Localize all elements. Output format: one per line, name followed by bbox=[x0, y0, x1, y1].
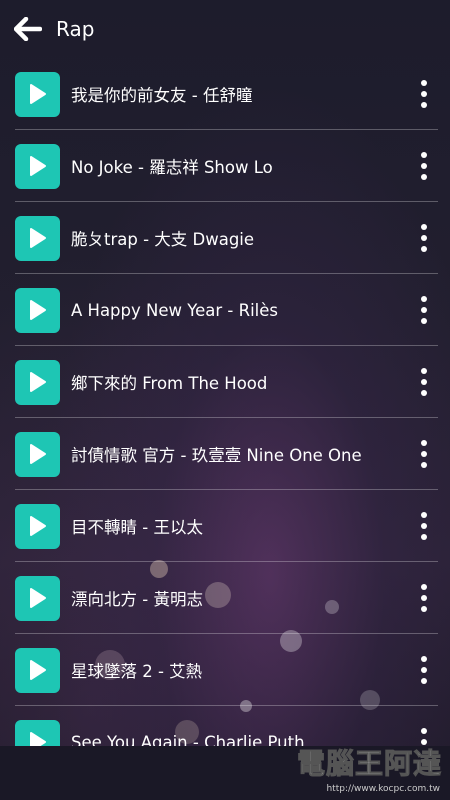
song-title: 討債情歌 官方 - 玖壹壹 Nine One One bbox=[71, 446, 362, 465]
more-vert-icon bbox=[421, 296, 427, 302]
song-title: 目不轉睛 - 王以太 bbox=[71, 518, 203, 537]
more-vert-icon bbox=[421, 656, 427, 662]
play-button[interactable] bbox=[15, 503, 60, 549]
play-icon bbox=[29, 588, 46, 608]
play-icon bbox=[29, 660, 46, 680]
app-header: Rap bbox=[0, 0, 450, 58]
watermark-url: http://www.kocpc.com.tw bbox=[326, 784, 440, 794]
song-row[interactable]: 漂向北方 - 黃明志 bbox=[0, 562, 450, 634]
watermark-logo: 電腦王阿達 bbox=[296, 742, 442, 782]
play-icon bbox=[29, 84, 46, 104]
more-options-button[interactable] bbox=[412, 434, 436, 474]
more-options-button[interactable] bbox=[412, 650, 436, 690]
more-vert-icon bbox=[421, 440, 427, 446]
play-button[interactable] bbox=[15, 359, 60, 405]
play-icon bbox=[29, 444, 46, 464]
more-vert-icon bbox=[421, 584, 427, 590]
play-button[interactable] bbox=[15, 287, 60, 333]
more-vert-icon bbox=[421, 512, 427, 518]
play-button[interactable] bbox=[15, 575, 60, 621]
play-icon bbox=[29, 300, 46, 320]
play-button[interactable] bbox=[15, 143, 60, 189]
more-vert-icon bbox=[421, 224, 427, 230]
song-title: A Happy New Year - Rilès bbox=[71, 300, 278, 320]
song-row[interactable]: 脆ㄆtrap - 大支 Dwagie bbox=[0, 202, 450, 274]
play-button[interactable] bbox=[15, 647, 60, 693]
more-options-button[interactable] bbox=[412, 290, 436, 330]
play-icon bbox=[29, 732, 46, 746]
more-options-button[interactable] bbox=[412, 362, 436, 402]
play-button[interactable] bbox=[15, 431, 60, 477]
song-row[interactable]: No Joke - 羅志祥 Show Lo bbox=[0, 130, 450, 202]
song-title: 鄉下來的 From The Hood bbox=[71, 374, 268, 393]
watermark-text: 電腦王阿達 bbox=[296, 747, 442, 781]
song-list: 我是你的前女友 - 任舒瞳 No Joke - 羅志祥 Show Lo 脆ㄆtr… bbox=[0, 58, 450, 746]
more-options-button[interactable] bbox=[412, 74, 436, 114]
more-options-button[interactable] bbox=[412, 146, 436, 186]
play-button[interactable] bbox=[15, 719, 60, 746]
more-vert-icon bbox=[421, 80, 427, 86]
song-row[interactable]: 我是你的前女友 - 任舒瞳 bbox=[0, 58, 450, 130]
back-button[interactable] bbox=[4, 5, 52, 53]
play-button[interactable] bbox=[15, 215, 60, 261]
page-title: Rap bbox=[56, 17, 95, 41]
play-icon bbox=[29, 156, 46, 176]
song-title: 星球墜落 2 - 艾熱 bbox=[71, 662, 203, 681]
more-options-button[interactable] bbox=[412, 506, 436, 546]
play-button[interactable] bbox=[15, 71, 60, 117]
song-title: 我是你的前女友 - 任舒瞳 bbox=[71, 86, 253, 105]
play-icon bbox=[29, 372, 46, 392]
song-title: 漂向北方 - 黃明志 bbox=[71, 590, 203, 609]
play-icon bbox=[29, 228, 46, 248]
song-title: No Joke - 羅志祥 Show Lo bbox=[71, 158, 273, 177]
song-row[interactable]: 星球墜落 2 - 艾熱 bbox=[0, 634, 450, 706]
song-row[interactable]: 鄉下來的 From The Hood bbox=[0, 346, 450, 418]
song-row[interactable]: 目不轉睛 - 王以太 bbox=[0, 490, 450, 562]
arrow-left-icon bbox=[14, 17, 42, 41]
song-row[interactable]: A Happy New Year - Rilès bbox=[0, 274, 450, 346]
more-vert-icon bbox=[421, 728, 427, 734]
play-icon bbox=[29, 516, 46, 536]
more-options-button[interactable] bbox=[412, 578, 436, 618]
more-vert-icon bbox=[421, 368, 427, 374]
more-vert-icon bbox=[421, 152, 427, 158]
song-title: 脆ㄆtrap - 大支 Dwagie bbox=[71, 230, 255, 249]
more-options-button[interactable] bbox=[412, 218, 436, 258]
song-row[interactable]: 討債情歌 官方 - 玖壹壹 Nine One One bbox=[0, 418, 450, 490]
song-row[interactable]: See You Again - Charlie Puth bbox=[0, 706, 450, 746]
